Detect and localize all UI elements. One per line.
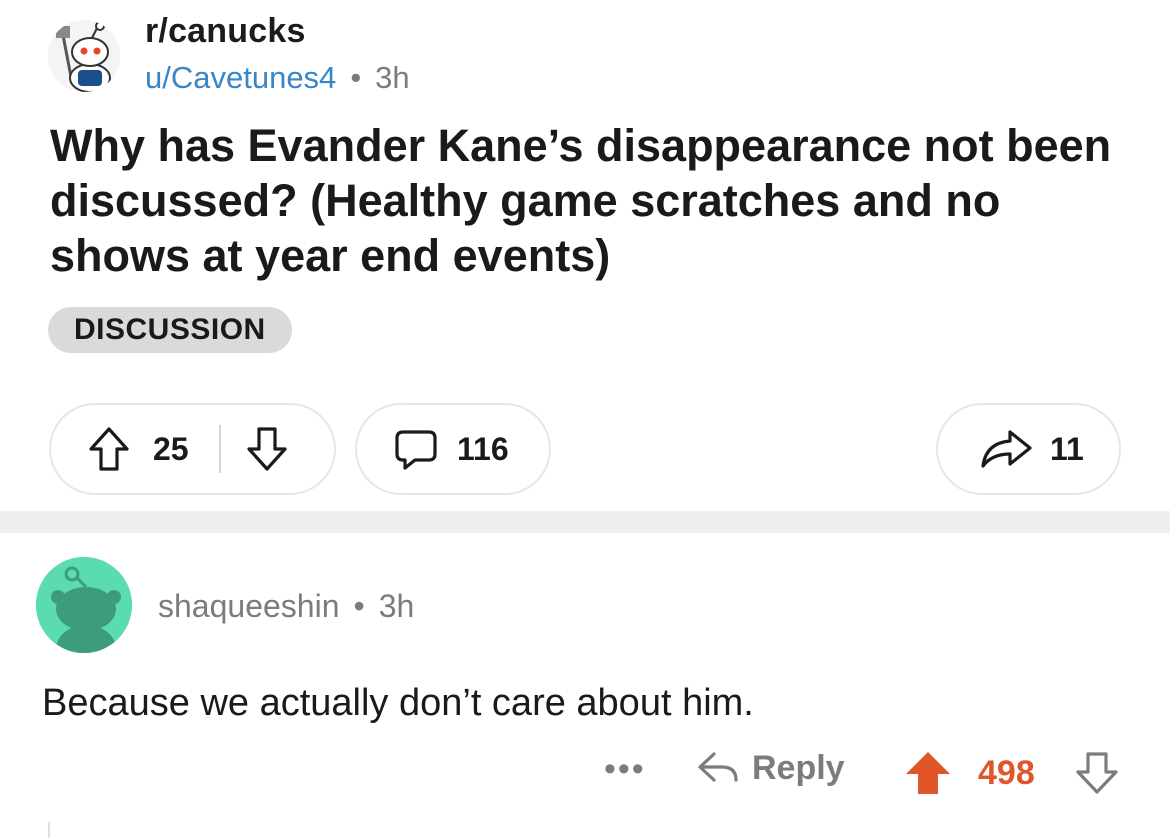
comment-actions: ••• Reply 498	[600, 748, 1140, 798]
arrow-down-icon	[1076, 752, 1118, 794]
share-arrow-icon	[981, 430, 1032, 468]
post-meta: u/Cavetunes4 • 3h	[145, 60, 410, 96]
speech-bubble-icon	[395, 430, 437, 470]
share-count: 11	[1050, 430, 1084, 467]
vote-pill: 25	[49, 403, 336, 495]
upvote-button[interactable]	[87, 425, 131, 473]
section-divider	[0, 511, 1170, 533]
reply-button[interactable]: Reply	[696, 748, 845, 788]
comments-button[interactable]: 116	[355, 403, 551, 495]
commenter-avatar[interactable]	[36, 557, 132, 653]
post-vote-count: 25	[153, 430, 189, 467]
post-flair[interactable]: DISCUSSION	[48, 307, 292, 353]
more-options-button[interactable]: •••	[604, 752, 646, 786]
comment-body: Because we actually don’t care about him…	[42, 682, 754, 724]
arrow-up-icon	[906, 752, 950, 794]
comment-count: 116	[457, 430, 509, 467]
snoo-avatar-icon	[36, 557, 132, 653]
thread-line	[48, 822, 50, 838]
share-icon-wrap	[978, 426, 1034, 472]
snoo-hockey-avatar-icon	[48, 20, 120, 92]
share-button[interactable]: 11	[936, 403, 1121, 495]
subreddit-name[interactable]: r/canucks	[145, 12, 306, 51]
comment-score: 498	[978, 754, 1035, 792]
comment-meta: shaqueeshin • 3h	[158, 588, 414, 625]
post-title[interactable]: Why has Evander Kane’s disappearance not…	[50, 118, 1130, 283]
arrow-down-icon	[246, 427, 287, 471]
reply-arrow-icon	[698, 752, 738, 782]
comment-age: 3h	[378, 588, 415, 624]
downvote-button[interactable]	[245, 425, 289, 473]
post-author-link[interactable]: u/Cavetunes4	[145, 60, 336, 95]
comment-author[interactable]: shaqueeshin	[158, 588, 339, 624]
meta-separator: •	[353, 588, 365, 624]
arrow-up-icon	[89, 427, 129, 471]
meta-separator: •	[350, 60, 362, 95]
comment-upvote-button[interactable]	[904, 750, 952, 801]
vote-divider	[218, 425, 221, 473]
reply-label: Reply	[752, 748, 845, 787]
post-age: 3h	[375, 60, 410, 95]
comment-icon-wrap	[393, 426, 439, 472]
subreddit-avatar[interactable]	[48, 20, 120, 92]
comment-downvote-button[interactable]	[1074, 750, 1120, 801]
